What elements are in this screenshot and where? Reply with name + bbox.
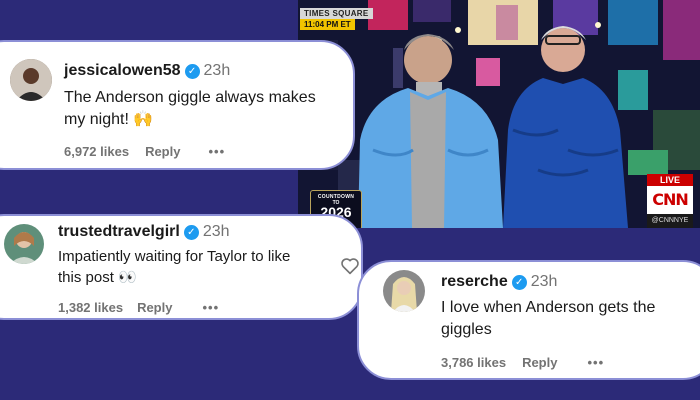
comment-text: Impatiently waiting for Taylor to like t… [58, 246, 290, 288]
reply-button[interactable]: Reply [522, 355, 557, 370]
comment-actions: 3,786 likes Reply ••• [441, 355, 604, 370]
likes-count[interactable]: 3,786 likes [441, 355, 506, 370]
comment-text: The Anderson giggle always makes my nigh… [64, 87, 316, 131]
comment-header: reserche ✓ 23h [441, 273, 557, 291]
more-options-icon[interactable]: ••• [587, 355, 604, 370]
comment-text: I love when Anderson gets the giggles [441, 297, 655, 341]
avatar[interactable] [4, 224, 44, 264]
comment-header: trustedtravelgirl ✓ 23h [58, 223, 230, 241]
username[interactable]: reserche [441, 273, 508, 291]
comment-card-jessicalowen58: jessicalowen58 ✓ 23h The Anderson giggle… [0, 40, 355, 170]
comment-card-trustedtravelgirl: trustedtravelgirl ✓ 23h Impatiently wait… [0, 214, 363, 320]
avatar[interactable] [10, 59, 52, 101]
avatar-portrait-icon [4, 224, 44, 264]
comment-actions: 6,972 likes Reply ••• [64, 144, 225, 159]
reply-button[interactable]: Reply [145, 144, 180, 159]
reply-button[interactable]: Reply [137, 300, 172, 315]
comment-actions: 1,382 likes Reply ••• [58, 300, 219, 315]
comment-time: 23h [203, 62, 231, 79]
avatar-portrait-icon [10, 59, 52, 101]
comment-text-line2: my night! 🙌 [64, 111, 154, 128]
location-tag: TIMES SQUARE [300, 8, 373, 19]
comment-text-line1: Impatiently waiting for Taylor to like [58, 248, 291, 265]
more-options-icon[interactable]: ••• [202, 300, 219, 315]
tv-photo: TIMES SQUARE 11:04 PM ET COUNTDOWN TO 20… [298, 0, 700, 228]
avatar[interactable] [383, 270, 425, 312]
likes-count[interactable]: 6,972 likes [64, 144, 129, 159]
avatar-portrait-icon [383, 270, 425, 312]
comment-text-line1: I love when Anderson gets the [441, 299, 656, 316]
username[interactable]: trustedtravelgirl [58, 223, 180, 241]
verified-badge-icon: ✓ [184, 63, 200, 79]
comment-time: 23h [530, 273, 558, 290]
cnn-logo: CNN [647, 186, 693, 214]
comment-time: 23h [202, 223, 230, 240]
verified-badge-icon: ✓ [183, 224, 199, 240]
live-badge: LIVE [647, 174, 693, 186]
heart-icon[interactable] [340, 257, 360, 275]
verified-badge-icon: ✓ [511, 274, 527, 290]
comment-text-line2: giggles [441, 321, 492, 338]
comment-text-line2: this post 👀 [58, 269, 137, 286]
comment-card-reserche: reserche ✓ 23h I love when Anderson gets… [357, 260, 700, 380]
comment-text-line1: The Anderson giggle always makes [64, 89, 316, 106]
network-handle: @CNNNYE [647, 214, 693, 228]
more-options-icon[interactable]: ••• [208, 144, 225, 159]
username[interactable]: jessicalowen58 [64, 62, 181, 80]
time-tag: 11:04 PM ET [300, 19, 355, 30]
likes-count[interactable]: 1,382 likes [58, 300, 123, 315]
comment-header: jessicalowen58 ✓ 23h [64, 62, 230, 80]
